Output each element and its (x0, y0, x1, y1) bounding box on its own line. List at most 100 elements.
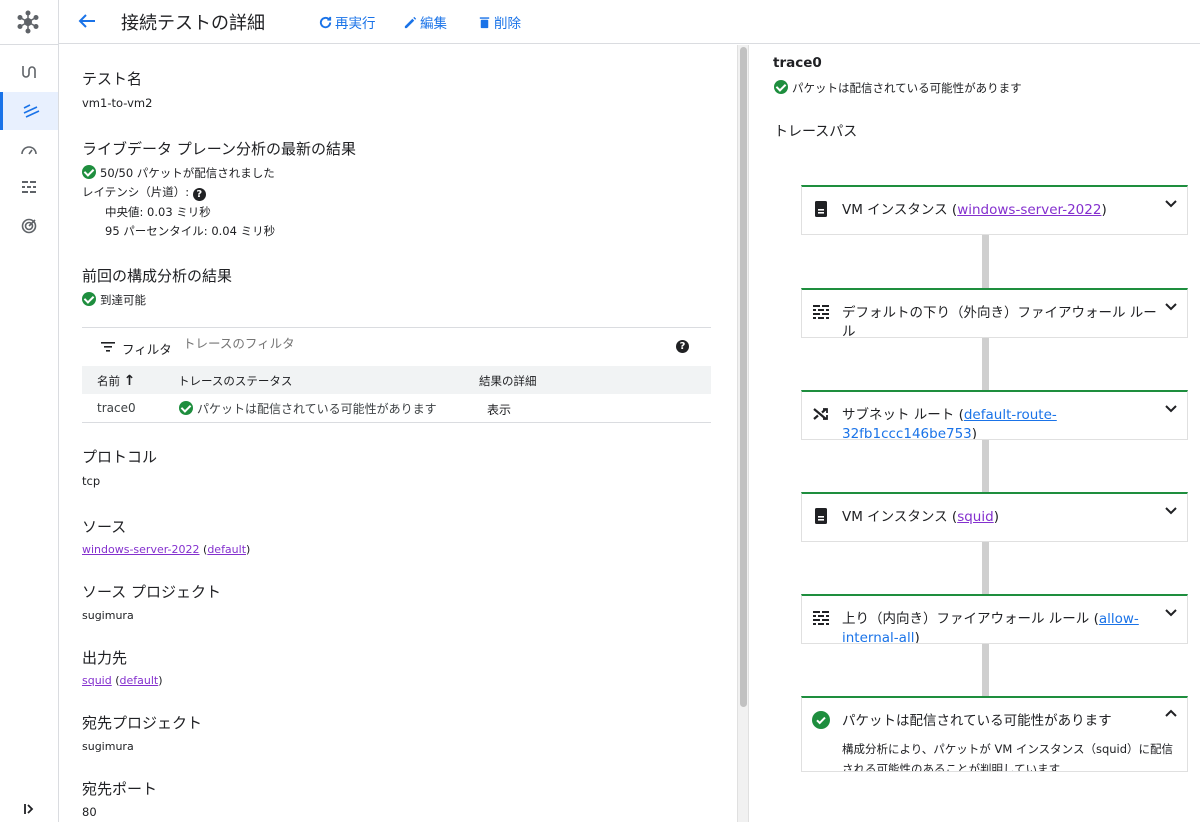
check-circle-icon (812, 711, 830, 729)
success-check-icon (179, 401, 193, 415)
chevron-down-icon[interactable] (1163, 502, 1179, 518)
trace-status-cell: パケットは配信されている可能性があります (179, 400, 437, 417)
destination-port-value: 80 (82, 805, 97, 819)
network-intelligence-logo-icon[interactable] (14, 8, 42, 36)
col-name-header[interactable]: 名前 ↑ (97, 373, 135, 389)
table-row: trace0 パケットは配信されている可能性があります 表示 (82, 394, 711, 423)
live-packets-status: 50/50 パケットが配信されました (82, 165, 275, 181)
latency-row: レイテンシ（片道）: ? (82, 184, 206, 201)
view-detail-link[interactable]: 表示 (487, 401, 511, 418)
trace-step-vm-destination[interactable]: VM インスタンス (squid) (801, 492, 1188, 542)
firewall-icon (813, 305, 829, 319)
step-resource-link[interactable]: squid (957, 509, 993, 525)
step-label: デフォルトの下り（外向き）ファイアウォール ルール (842, 305, 1157, 338)
trace-step-egress-firewall[interactable]: デフォルトの下り（外向き）ファイアウォール ルール (801, 288, 1188, 338)
scrollbar-thumb[interactable] (740, 47, 747, 707)
source-instance-link[interactable]: windows-server-2022 (82, 543, 200, 556)
source-heading: ソース (82, 518, 127, 536)
destination-value: squid (default) (82, 674, 163, 687)
filter-help-icon[interactable]: ? (676, 340, 689, 353)
rail-item-performance[interactable] (0, 130, 58, 168)
test-name-value: vm1-to-vm2 (82, 96, 153, 110)
vm-icon (815, 201, 827, 217)
trace-name-cell: trace0 (97, 401, 136, 415)
test-details-pane: テスト名 vm1-to-vm2 ライブデータ プレーン分析の最新の結果 50/5… (59, 45, 737, 822)
performance-dashboard-icon (21, 146, 37, 155)
test-name-heading: テスト名 (82, 70, 143, 88)
firewall-insights-icon (22, 181, 36, 193)
protocol-value: tcp (82, 474, 101, 488)
trace-step-vm-source[interactable]: VM インスタンス (windows-server-2022) (801, 185, 1188, 235)
route-shuffle-icon (813, 408, 828, 420)
source-network-link[interactable]: default (207, 543, 246, 556)
chevron-up-icon[interactable] (1163, 706, 1179, 722)
rail-item-firewall-insights[interactable] (0, 168, 58, 206)
chevron-down-icon[interactable] (1163, 400, 1179, 416)
destination-instance-link[interactable]: squid (82, 674, 112, 687)
live-analysis-heading: ライブデータ プレーン分析の最新の結果 (82, 140, 357, 158)
reachable-text: 到達可能 (100, 293, 146, 307)
trace-pane: trace0 パケットは配信されている可能性があります トレースパス VM イン… (750, 45, 1200, 822)
step-label: 上り（内向き）ファイアウォール ルール (allow-internal-all) (842, 611, 1139, 644)
rail-item-connectivity-tests[interactable] (0, 92, 58, 130)
filter-icon (101, 342, 115, 352)
delete-label: 削除 (494, 16, 521, 32)
trash-icon (479, 16, 490, 28)
chevron-down-icon[interactable] (1163, 195, 1179, 211)
step-label: VM インスタンス (windows-server-2022) (842, 202, 1107, 218)
destination-project-heading: 宛先プロジェクト (82, 714, 203, 732)
expand-rail-icon (24, 804, 34, 814)
rail-item-topology[interactable] (0, 53, 58, 91)
rerun-button[interactable]: 再実行 (318, 12, 376, 32)
destination-project-value: sugimura (82, 740, 134, 753)
trace-connector (982, 338, 989, 391)
source-project-heading: ソース プロジェクト (82, 583, 222, 601)
trace-step-subnet-route[interactable]: サブネット ルート (default-route-32fb1ccc146be75… (801, 390, 1188, 440)
rail-item-network-analyzer[interactable] (0, 207, 58, 245)
trace-step-ingress-firewall[interactable]: 上り（内向き）ファイアウォール ルール (allow-internal-all) (801, 594, 1188, 644)
connectivity-tests-icon (23, 104, 39, 118)
details-scrollbar[interactable] (737, 45, 749, 822)
trace-table-header: 名前 ↑ トレースのステータス 結果の詳細 (82, 366, 711, 394)
vm-icon (815, 508, 827, 524)
col-status-header: トレースのステータス (178, 374, 293, 388)
rail-divider (0, 44, 58, 45)
live-packets-text: 50/50 パケットが配信されました (100, 166, 275, 180)
trace-path-heading: トレースパス (774, 124, 858, 140)
pencil-icon (404, 16, 417, 28)
source-project-value: sugimura (82, 609, 134, 622)
trace-step-final-result[interactable]: パケットは配信されている可能性があります 構成分析により、パケットが VM イン… (801, 696, 1188, 772)
trace-connector (982, 644, 989, 697)
rail-expand-button[interactable] (0, 790, 58, 828)
delete-button[interactable]: 削除 (477, 12, 521, 32)
step-resource-link[interactable]: windows-server-2022 (957, 202, 1101, 218)
step-detail-text: 構成分析により、パケットが VM インスタンス（squid）に配信される可能性の… (842, 742, 1174, 772)
trace-filter-bar: フィルタ ? (82, 327, 711, 366)
chevron-down-icon[interactable] (1163, 604, 1179, 620)
edit-button[interactable]: 編集 (403, 12, 447, 32)
trace-filter-input[interactable] (183, 336, 653, 351)
success-check-icon (82, 165, 96, 179)
page-title: 接続テストの詳細 (121, 13, 265, 34)
latency-median: 中央値: 0.03 ミリ秒 (105, 205, 211, 219)
trace-connector (982, 440, 989, 493)
destination-heading: 出力先 (82, 649, 128, 667)
chevron-down-icon[interactable] (1163, 298, 1179, 314)
col-detail-header: 結果の詳細 (479, 374, 537, 388)
destination-network-link[interactable]: default (120, 674, 159, 687)
refresh-icon (319, 16, 332, 28)
destination-port-heading: 宛先ポート (82, 780, 158, 798)
back-arrow-icon[interactable] (76, 10, 98, 32)
step-label: サブネット ルート (default-route-32fb1ccc146be75… (842, 407, 1057, 440)
trace-title: trace0 (773, 55, 822, 71)
firewall-icon (813, 611, 829, 625)
reachable-status: 到達可能 (82, 292, 146, 308)
help-icon[interactable]: ? (192, 188, 206, 201)
success-check-icon (82, 292, 96, 306)
edit-label: 編集 (420, 16, 447, 32)
top-bar: 接続テストの詳細 再実行 編集 削除 (59, 0, 1200, 44)
network-analyzer-icon (21, 218, 37, 234)
latency-label: レイテンシ（片道）: (82, 185, 190, 199)
rerun-label: 再実行 (335, 16, 376, 32)
protocol-heading: プロトコル (82, 448, 158, 466)
